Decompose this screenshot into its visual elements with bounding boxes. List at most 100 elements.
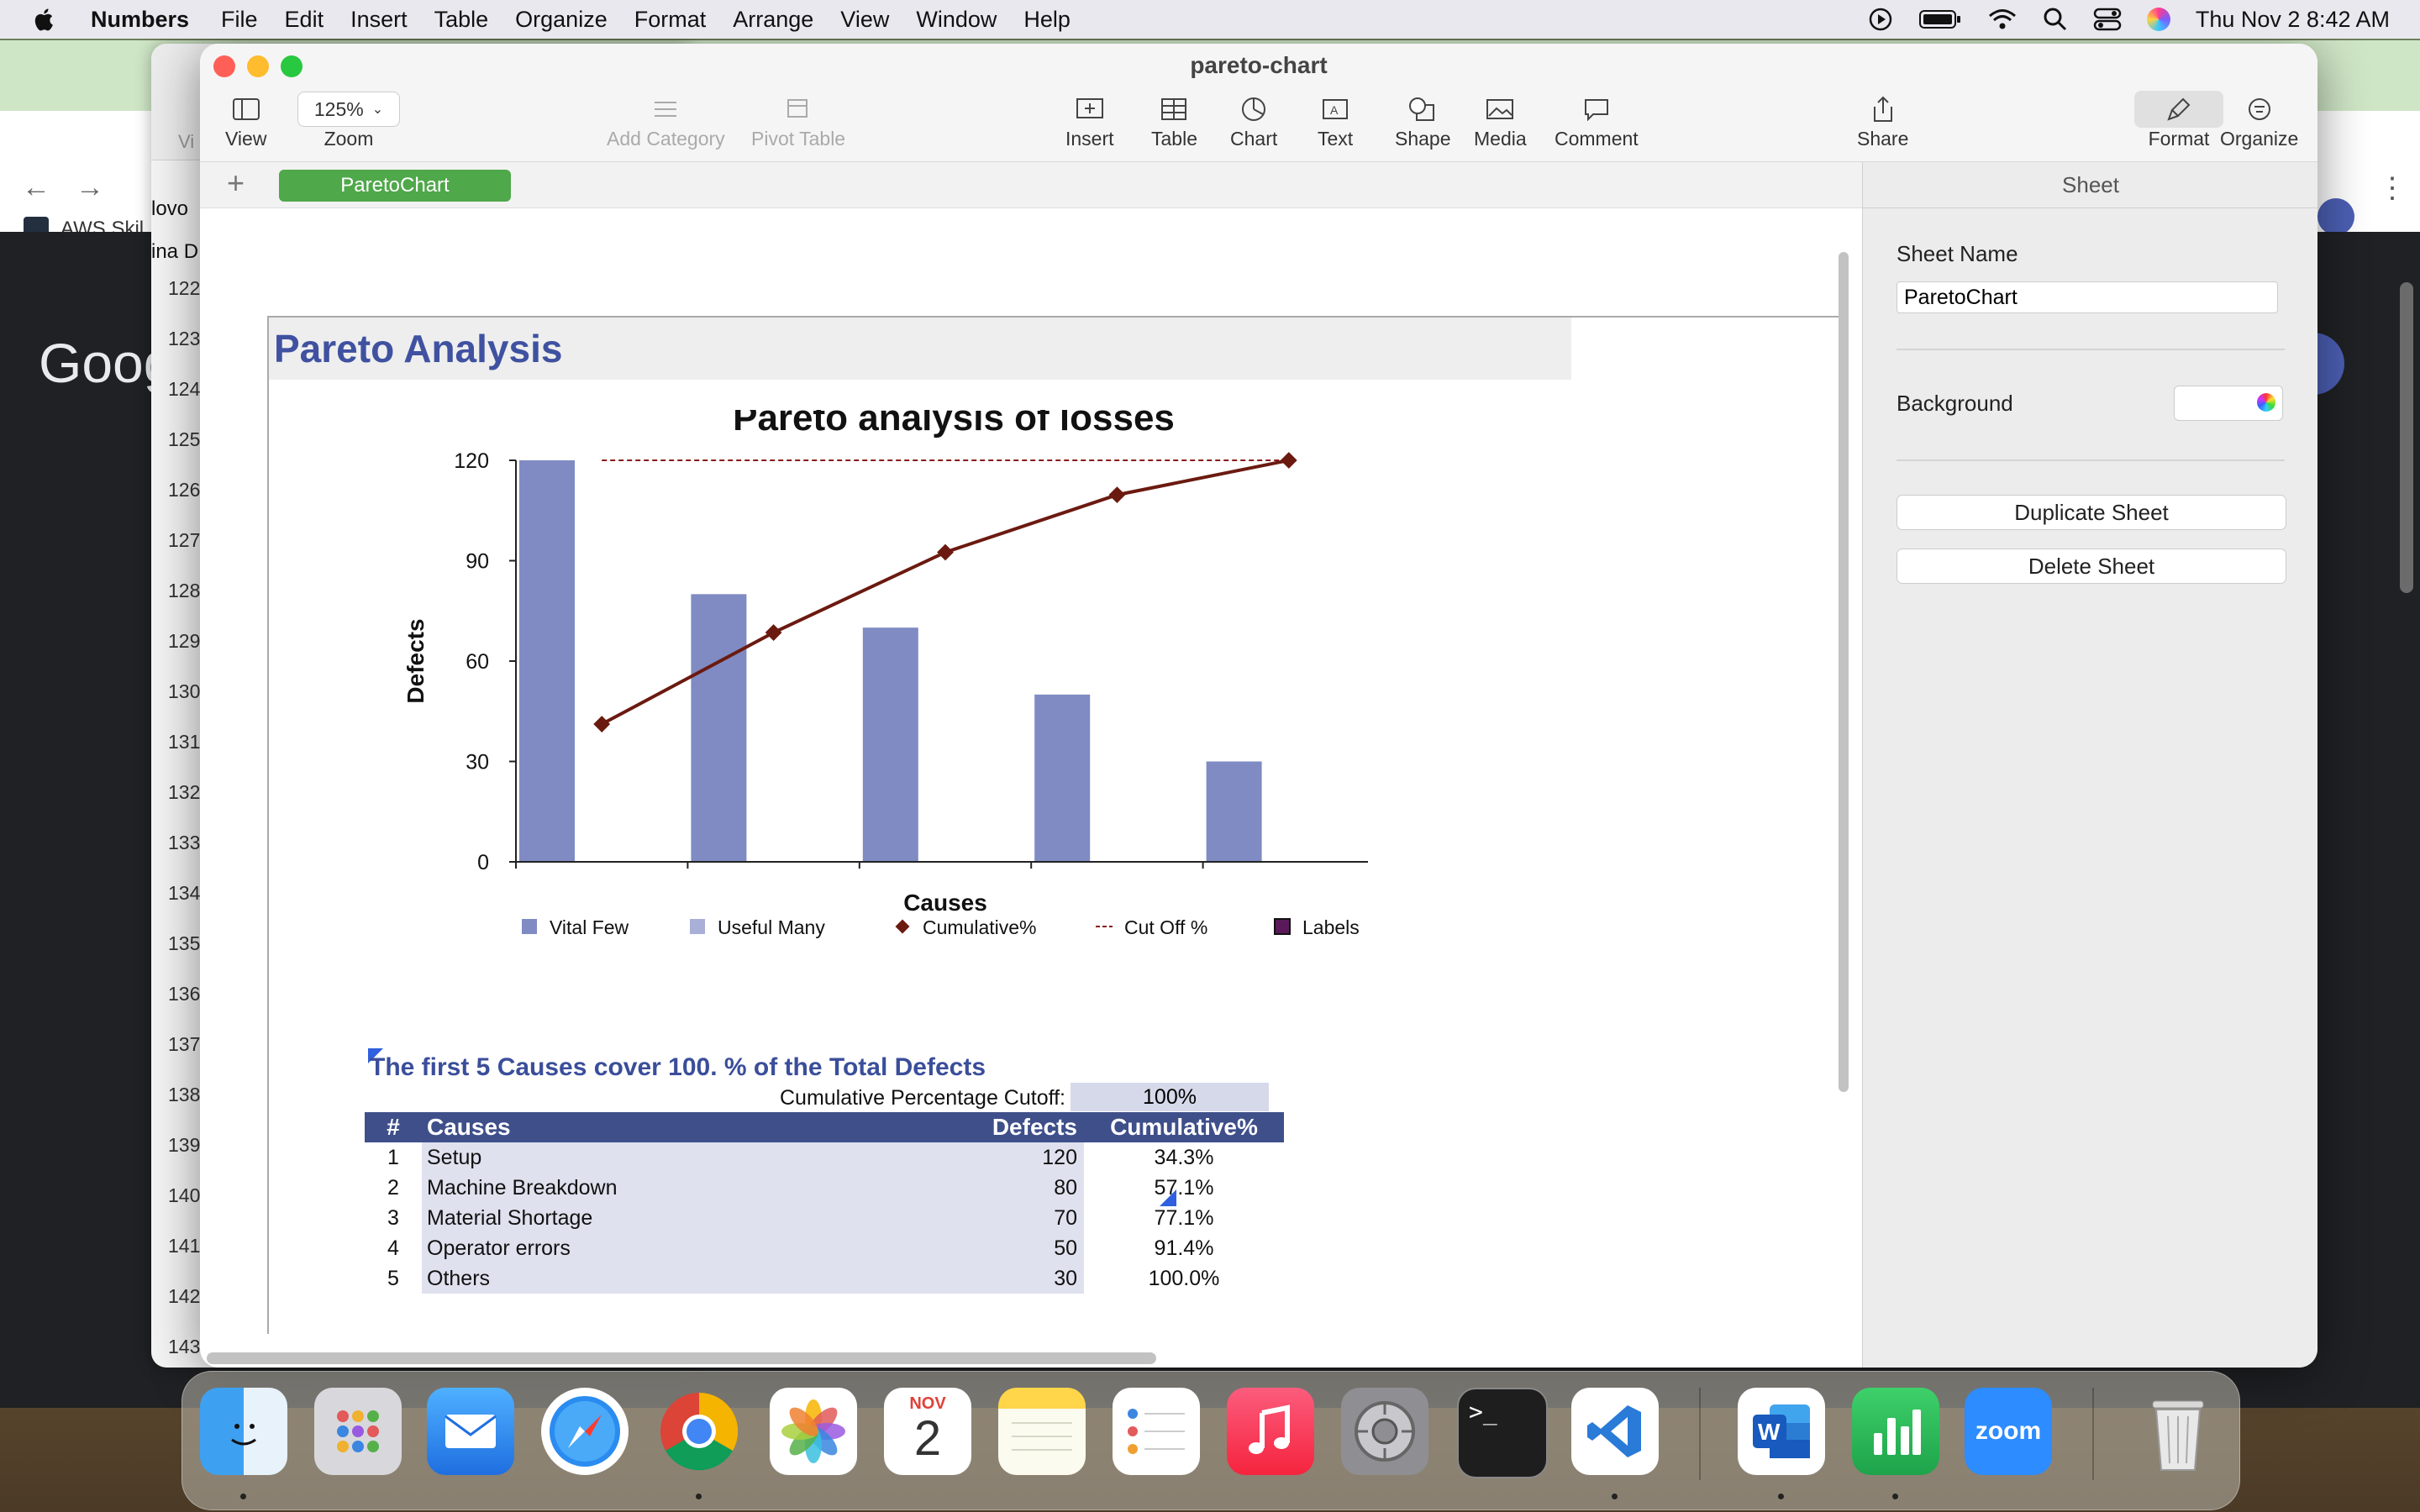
row-header[interactable]: 135 [168,932,200,955]
row-header[interactable]: 143 [168,1336,200,1358]
zoom-control[interactable]: 125% ⌄ Zoom [297,91,400,150]
control-center-icon[interactable] [2093,7,2122,32]
row-header[interactable]: 139 [168,1134,200,1157]
finder-icon[interactable] [200,1388,287,1475]
sheet-name-field[interactable]: ParetoChart [1897,281,2278,313]
menu-arrange[interactable]: Arrange [733,7,813,33]
row-header[interactable]: 124 [168,378,200,401]
organize-button[interactable]: Organize [2220,91,2298,150]
menu-insert[interactable]: Insert [350,7,408,33]
cell-cause[interactable]: Setup [422,1142,922,1173]
battery-icon[interactable] [1918,8,1962,30]
vscode-icon[interactable] [1571,1388,1659,1475]
menu-help[interactable]: Help [1023,7,1071,33]
cutoff-value[interactable]: 100% [1071,1083,1269,1111]
cell-cumulative[interactable]: 34.3% [1084,1142,1284,1173]
trash-icon[interactable] [2134,1388,2222,1475]
cell-number[interactable]: 2 [365,1173,422,1203]
page-scrollbar[interactable] [2400,282,2413,593]
format-button[interactable]: Format [2134,91,2223,150]
launchpad-icon[interactable] [314,1388,402,1475]
duplicate-sheet-button[interactable]: Duplicate Sheet [1897,495,2286,530]
cell-defects[interactable]: 120 [922,1142,1084,1173]
row-header[interactable]: 132 [168,781,200,804]
calendar-icon[interactable]: NOV 2 [884,1388,971,1475]
chart-button[interactable]: Chart [1230,91,1277,150]
menu-window[interactable]: Window [916,7,997,33]
avatar[interactable] [2317,198,2354,235]
table-button[interactable]: Table [1151,91,1197,150]
zoom-select[interactable]: 125% ⌄ [297,92,400,127]
col-header-causes[interactable]: Causes [422,1112,922,1142]
row-header[interactable]: 122 [168,277,200,300]
row-header[interactable]: 123 [168,328,200,350]
cell-cause[interactable]: Operator errors [422,1233,922,1263]
share-button[interactable]: Share [1857,91,1908,150]
play-icon[interactable] [1868,7,1893,32]
media-button[interactable]: Media [1474,91,1527,150]
cell-defects[interactable]: 80 [922,1173,1084,1203]
row-header[interactable]: 137 [168,1033,200,1056]
pivot-table-button[interactable]: Pivot Table [751,91,845,150]
cell-number[interactable]: 1 [365,1142,422,1173]
text-button[interactable]: A Text [1318,91,1353,150]
row-header[interactable]: 127 [168,529,200,552]
add-category-button[interactable]: Add Category [607,91,725,150]
word-icon[interactable]: W [1738,1388,1825,1475]
col-header-defects[interactable]: Defects [922,1112,1084,1142]
menu-edit[interactable]: Edit [285,7,324,33]
cell-defects[interactable]: 30 [922,1263,1084,1294]
menu-format[interactable]: Format [634,7,707,33]
system-settings-icon[interactable] [1341,1388,1428,1475]
vertical-scrollbar[interactable] [1839,252,1849,1092]
cell-cumulative[interactable]: 91.4% [1084,1233,1284,1263]
apple-icon[interactable] [34,7,57,32]
row-header[interactable]: 134 [168,882,200,905]
shape-button[interactable]: Shape [1395,91,1451,150]
row-header[interactable]: 138 [168,1084,200,1106]
row-header[interactable]: 136 [168,983,200,1005]
row-header[interactable]: 141 [168,1235,200,1257]
table-row[interactable]: 4 Operator errors 50 91.4% [365,1233,1284,1263]
horizontal-scrollbar[interactable] [207,1352,1156,1364]
background-color-well[interactable] [2174,386,2283,421]
siri-icon[interactable] [2146,8,2170,31]
row-header[interactable]: 126 [168,479,200,501]
menu-table[interactable]: Table [434,7,489,33]
forward-arrow-icon[interactable]: → [76,171,104,204]
numbers-icon[interactable] [1852,1388,1939,1475]
cell-cause[interactable]: Others [422,1263,922,1294]
menu-file[interactable]: File [221,7,258,33]
zoom-icon[interactable]: zoom [1965,1388,2052,1475]
row-header[interactable]: 128 [168,580,200,602]
back-arrow-icon[interactable]: ← [22,171,50,204]
cell-number[interactable]: 4 [365,1233,422,1263]
color-wheel-icon[interactable] [2257,393,2275,412]
menu-view[interactable]: View [840,7,889,33]
cell-defects[interactable]: 50 [922,1233,1084,1263]
add-sheet-button[interactable]: + [227,165,245,201]
sheet-canvas[interactable]: Pareto Analysis Pareto analysis of losse… [200,208,1849,1342]
cell-cumulative[interactable]: 77.1% [1084,1203,1284,1233]
wifi-icon[interactable] [1987,8,2018,31]
row-header[interactable]: 140 [168,1184,200,1207]
pareto-table[interactable]: # Causes Defects Cumulative% 1 Setup 120 34… [365,1112,1284,1294]
view-button[interactable]: View [225,91,266,150]
comment-marker-right[interactable] [1160,1189,1176,1206]
delete-sheet-button[interactable]: Delete Sheet [1897,549,2286,584]
cell-cumulative[interactable]: 57.1% [1084,1173,1284,1203]
photos-icon[interactable] [770,1388,857,1475]
menu-organize[interactable]: Organize [515,7,608,33]
mail-icon[interactable] [427,1388,514,1475]
search-icon[interactable] [2043,7,2068,32]
safari-icon[interactable] [541,1388,629,1475]
table-row[interactable]: 1 Setup 120 34.3% [365,1142,1284,1173]
comment-button[interactable]: Comment [1555,91,1639,150]
cell-cause[interactable]: Material Shortage [422,1203,922,1233]
cell-number[interactable]: 5 [365,1263,422,1294]
row-header[interactable]: 133 [168,832,200,854]
cell-number[interactable]: 3 [365,1203,422,1233]
row-header[interactable]: 131 [168,731,200,753]
menu-app-name[interactable]: Numbers [91,7,189,33]
notes-icon[interactable] [998,1388,1086,1475]
